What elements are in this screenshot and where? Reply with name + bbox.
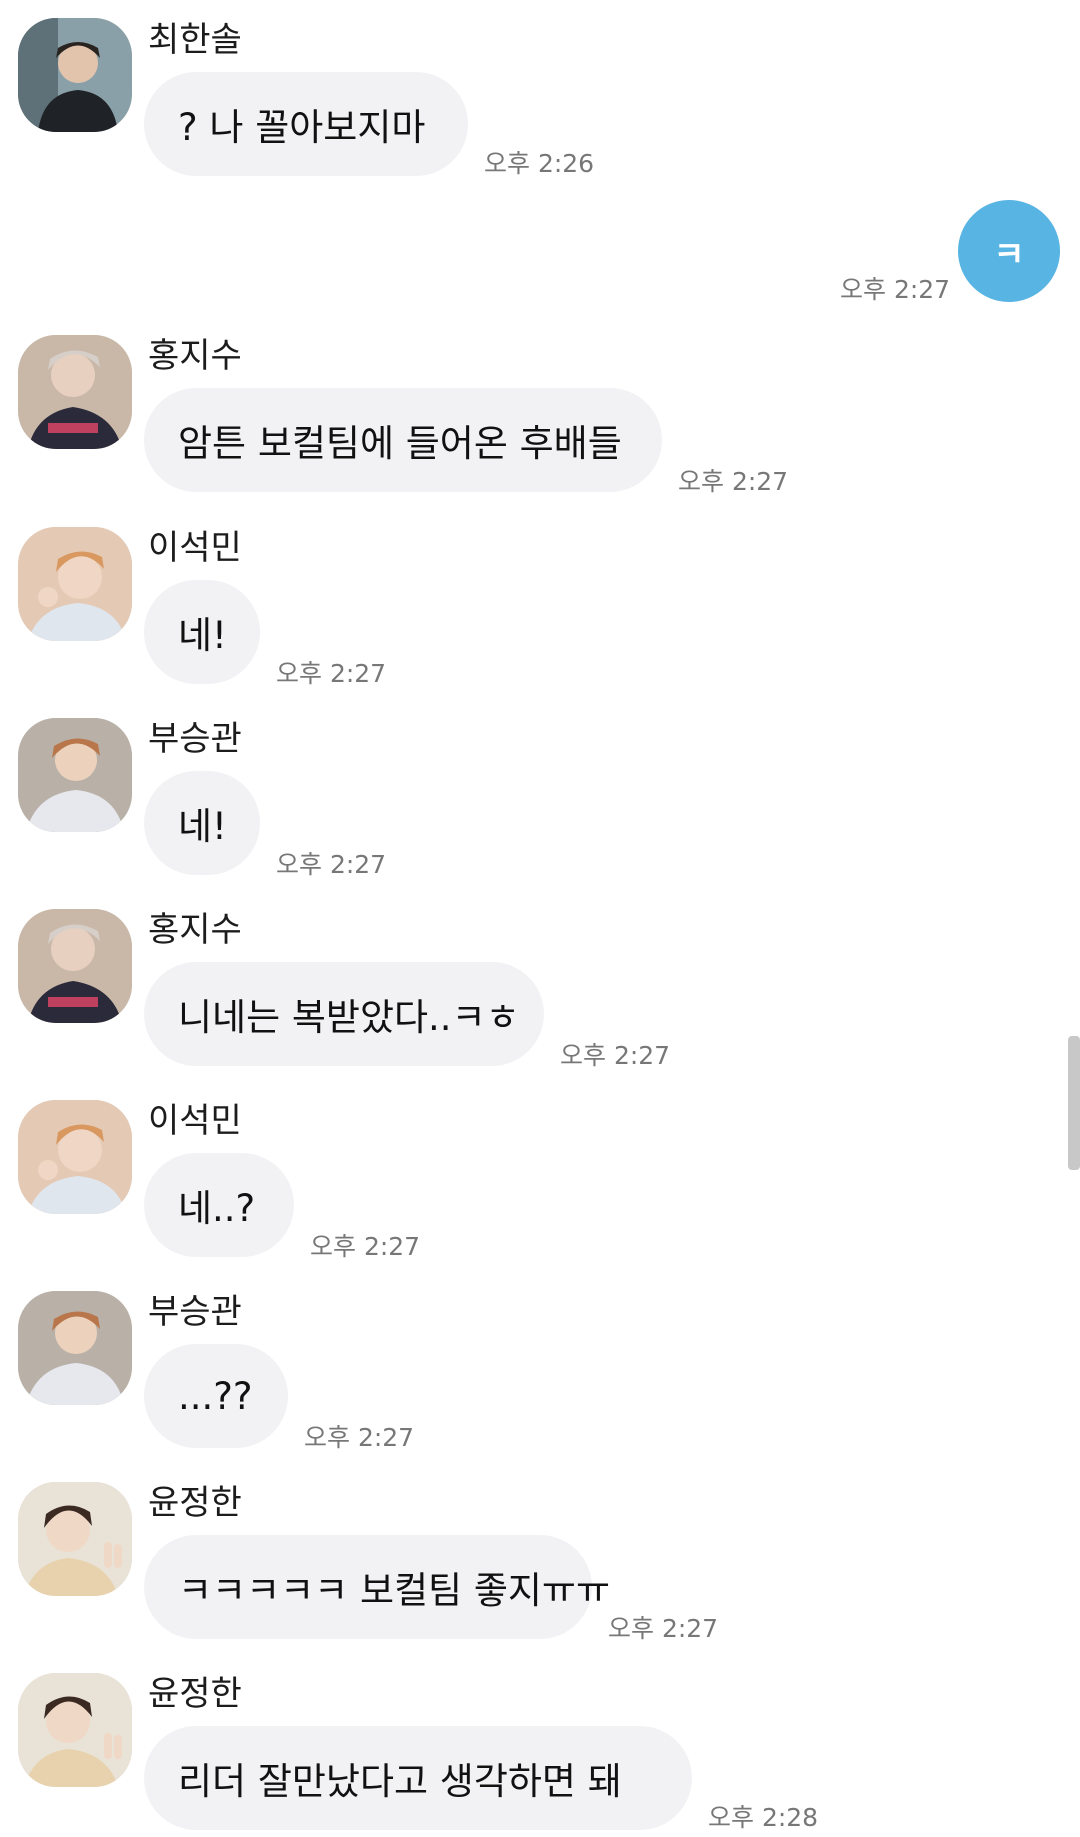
message-bubble[interactable]: 리더 잘만났다고 생각하면 돼	[144, 1726, 692, 1830]
message-bubble[interactable]: 니네는 복받았다..ㅋㅎ	[144, 962, 544, 1066]
message-time: 오후 2:26	[484, 149, 595, 178]
message-bubble[interactable]: 네!	[144, 771, 260, 875]
avatar[interactable]	[18, 1100, 132, 1214]
avatar[interactable]	[18, 718, 132, 832]
message-time: 오후 2:27	[310, 1232, 421, 1261]
message-bubble[interactable]: 암튼 보컬팀에 들어온 후배들	[144, 388, 662, 492]
message-time: 오후 2:27	[560, 1041, 671, 1070]
message-bubble[interactable]: ...??	[144, 1344, 288, 1448]
message-bubble[interactable]: ? 나 꼴아보지마	[144, 72, 468, 176]
sender-name: 윤정한	[148, 1674, 242, 1714]
message-time: 오후 2:28	[708, 1803, 819, 1832]
sender-name: 최한솔	[148, 20, 242, 60]
avatar[interactable]	[18, 909, 132, 1023]
avatar[interactable]	[18, 335, 132, 449]
avatar[interactable]	[18, 1482, 132, 1596]
avatar[interactable]	[18, 1291, 132, 1405]
my-message-bubble[interactable]: ㅋ	[958, 200, 1060, 302]
sender-name: 홍지수	[148, 910, 242, 950]
message-bubble[interactable]: 네..?	[144, 1153, 294, 1257]
sender-name: 이석민	[148, 1101, 242, 1141]
sender-name: 홍지수	[148, 336, 242, 376]
avatar[interactable]	[18, 527, 132, 641]
message-time: 오후 2:27	[608, 1614, 719, 1643]
message-time: 오후 2:27	[276, 850, 387, 879]
message-time: 오후 2:27	[304, 1423, 415, 1452]
sender-name: 이석민	[148, 528, 242, 568]
avatar[interactable]	[18, 18, 132, 132]
message-time: 오후 2:27	[678, 467, 789, 496]
avatar[interactable]	[18, 1673, 132, 1787]
sender-name: 윤정한	[148, 1483, 242, 1523]
message-bubble[interactable]: ㅋㅋㅋㅋㅋ 보컬팀 좋지ㅠㅠ	[144, 1535, 610, 1639]
message-time: 오후 2:27	[276, 659, 387, 688]
message-bubble[interactable]: 네!	[144, 580, 260, 684]
scrollbar[interactable]	[1068, 1036, 1080, 1170]
sender-name: 부승관	[148, 1292, 242, 1332]
message-time: 오후 2:27	[840, 275, 951, 304]
sender-name: 부승관	[148, 719, 242, 759]
